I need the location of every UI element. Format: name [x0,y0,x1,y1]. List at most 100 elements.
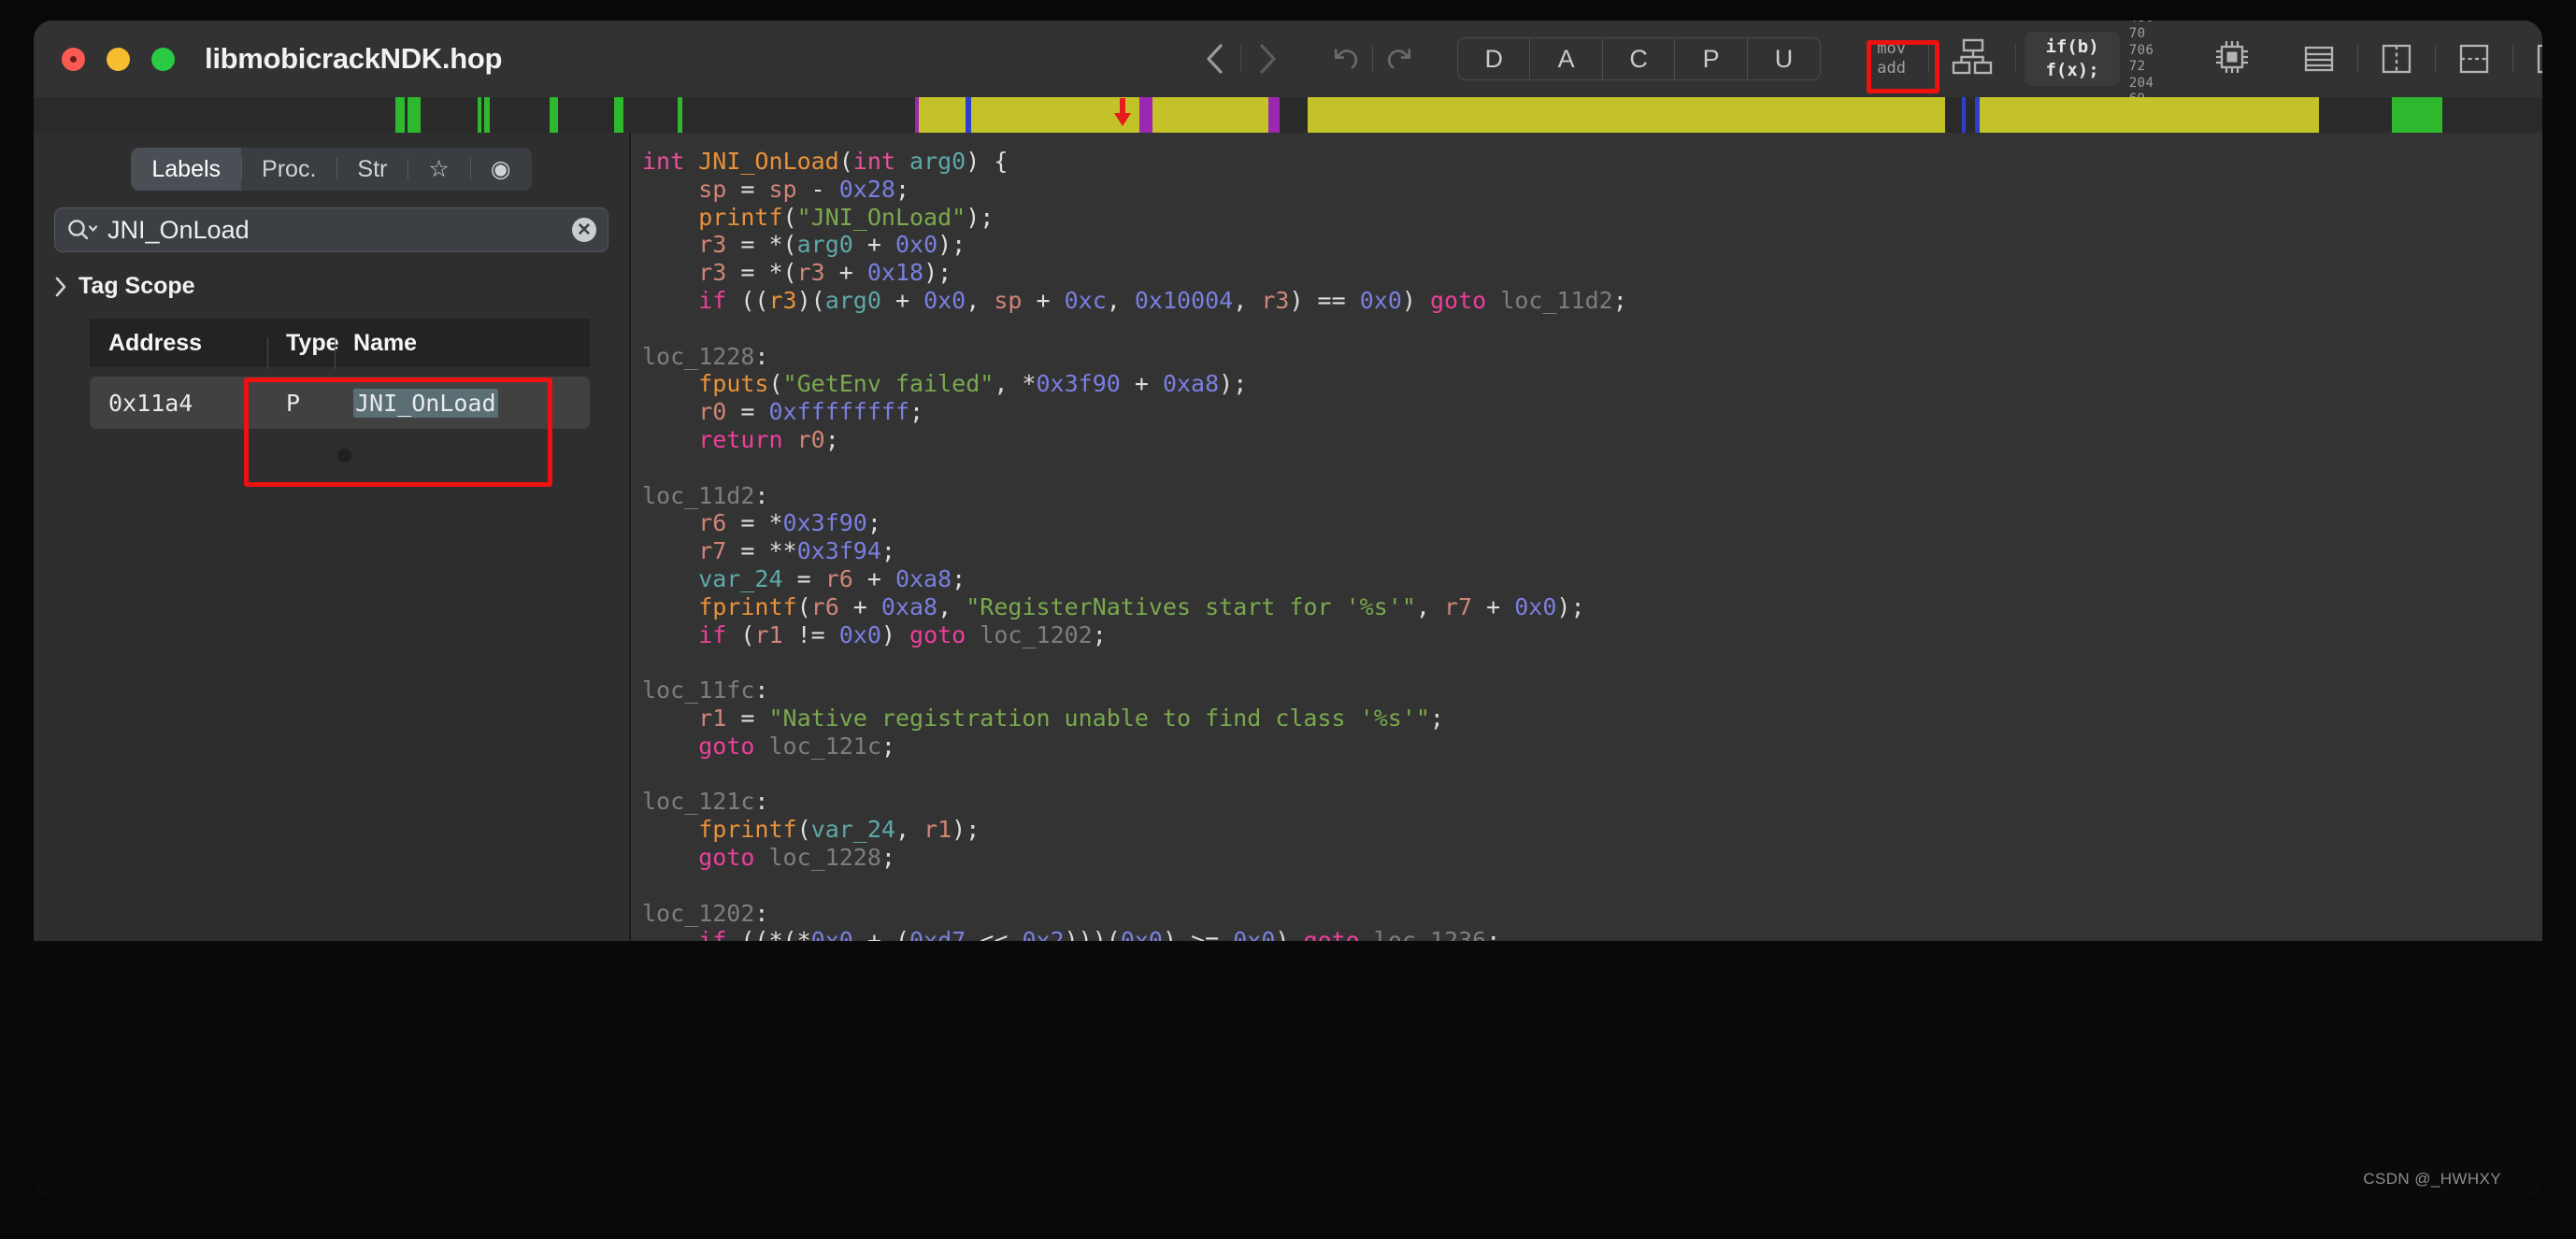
column-header-name[interactable]: Name [335,330,590,369]
sidebar-tabbar: Labels Proc. Str ☆ ◉ [131,148,532,191]
column-header-address[interactable]: Address [90,330,267,357]
overview-segment[interactable] [395,97,405,133]
page-one-icon[interactable]: 1 [2525,35,2542,83]
overview-segment[interactable] [1268,97,1280,133]
overview-segment[interactable] [623,97,678,133]
overview-segment[interactable] [2392,97,2442,133]
tag-scope-section[interactable]: Tag Scope [54,273,629,300]
overview-segment[interactable] [1152,97,1268,133]
pseudocode-text[interactable]: int JNI_OnLoad(int arg0) { sp = sp - 0x2… [631,133,2542,1053]
splitter-handle[interactable] [337,449,351,463]
toolbar: D A C P U mov add if(b) f(x); 70 706 72 … [1188,21,2542,107]
segment-a[interactable]: A [1530,38,1603,79]
overview-segment[interactable] [1945,97,1962,133]
overview-segment[interactable] [1966,97,1975,133]
binary-overview-bar[interactable] [34,97,2542,133]
overview-segment[interactable] [490,97,550,133]
chevron-right-icon[interactable] [54,277,67,297]
overview-segment[interactable] [550,97,558,133]
code-token: goto [698,732,755,760]
table-row[interactable]: 0x11a4 P JNI_OnLoad [90,377,590,429]
overview-segment[interactable] [1139,97,1152,133]
close-button[interactable] [62,47,85,71]
code-token: (( [726,286,769,314]
cell-type: P [286,389,301,417]
code-token: - [796,175,839,203]
code-token: 0xa8 [894,564,952,592]
tab-labels[interactable]: Labels [131,148,242,191]
code-token: 0x3f94 [796,537,881,565]
overview-segment[interactable] [919,97,966,133]
code-token: goto [909,620,966,648]
minimize-button[interactable] [107,47,130,71]
column-header-type[interactable]: Type [267,330,339,369]
redo-arrow-icon[interactable] [1373,35,1425,83]
code-token: ; [880,843,895,871]
code-token: ); [1219,370,1248,398]
code-token: sp [698,175,727,203]
star-icon[interactable]: ☆ [408,148,469,191]
history-group [1320,35,1425,83]
code-token: : [754,676,769,705]
toolbar-divider [2014,45,2016,73]
code-token: 0x28 [838,175,895,203]
code-token: ) == [1289,286,1360,314]
overview-segment[interactable] [1280,97,1308,133]
pseudocode-mode-button[interactable]: if(b) f(x); [2025,32,2120,86]
search-magnifier-icon[interactable] [66,218,98,242]
code-token: r3 [698,231,727,259]
code-token: 0xc [1064,286,1107,314]
code-token: int [852,148,910,175]
code-token: + [1120,370,1163,398]
pseudocode-mode-line1: if(b) [2045,36,2099,58]
code-token: = ** [726,537,797,565]
hex-mode-button[interactable]: 486 70 706 72 204 69 [2120,21,2176,107]
overview-segment[interactable] [1980,97,2319,133]
overview-segment[interactable] [682,97,915,133]
record-circle-icon[interactable]: ◉ [469,148,532,191]
window-title: libmobicrackNDK.hop [205,42,503,75]
code-token: r0 [698,398,727,426]
overview-segment[interactable] [614,97,623,133]
code-token: = *( [726,259,797,287]
segment-u[interactable]: U [1748,38,1820,79]
graph-mode-button[interactable] [1939,32,2006,86]
view-mode-group: mov add if(b) f(x); 70 706 72 204 [1864,21,2264,107]
overview-segment[interactable] [34,97,395,133]
code-token: if [698,620,727,648]
overview-segment[interactable] [421,97,478,133]
code-token: var_24 [810,816,895,844]
assembly-mode-button[interactable]: mov add [1864,32,1919,86]
processor-mode-button[interactable] [2200,32,2264,86]
segment-d[interactable]: D [1458,38,1531,79]
tab-proc[interactable]: Proc. [241,148,336,191]
zoom-button[interactable] [151,47,175,71]
overview-segment[interactable] [408,97,421,133]
forward-chevron-icon[interactable] [1241,35,1294,83]
code-token: 0xa8 [1162,370,1220,398]
overview-segment[interactable] [1308,97,1945,133]
code-token: : [754,899,769,927]
pseudocode-pane[interactable]: int JNI_OnLoad(int arg0) { sp = sp - 0x2… [629,133,2542,1053]
dashed-horizontal-icon[interactable] [2447,35,2501,83]
list-view-icon[interactable] [2292,35,2346,83]
overview-segment[interactable] [558,97,614,133]
tab-str[interactable]: Str [336,148,408,191]
undo-arrow-icon[interactable] [1320,35,1372,83]
code-token: ) [880,620,910,648]
search-field[interactable]: JNI_OnLoad ✕ [54,207,608,252]
overview-segment[interactable] [2319,97,2392,133]
clear-search-icon[interactable]: ✕ [572,218,596,242]
segment-c[interactable]: C [1603,38,1676,79]
segment-p[interactable]: P [1675,38,1748,79]
back-chevron-icon[interactable] [1188,35,1240,83]
split-vertical-icon[interactable] [2369,35,2424,83]
overview-segment[interactable] [2442,97,2452,133]
search-input[interactable]: JNI_OnLoad [107,216,572,245]
